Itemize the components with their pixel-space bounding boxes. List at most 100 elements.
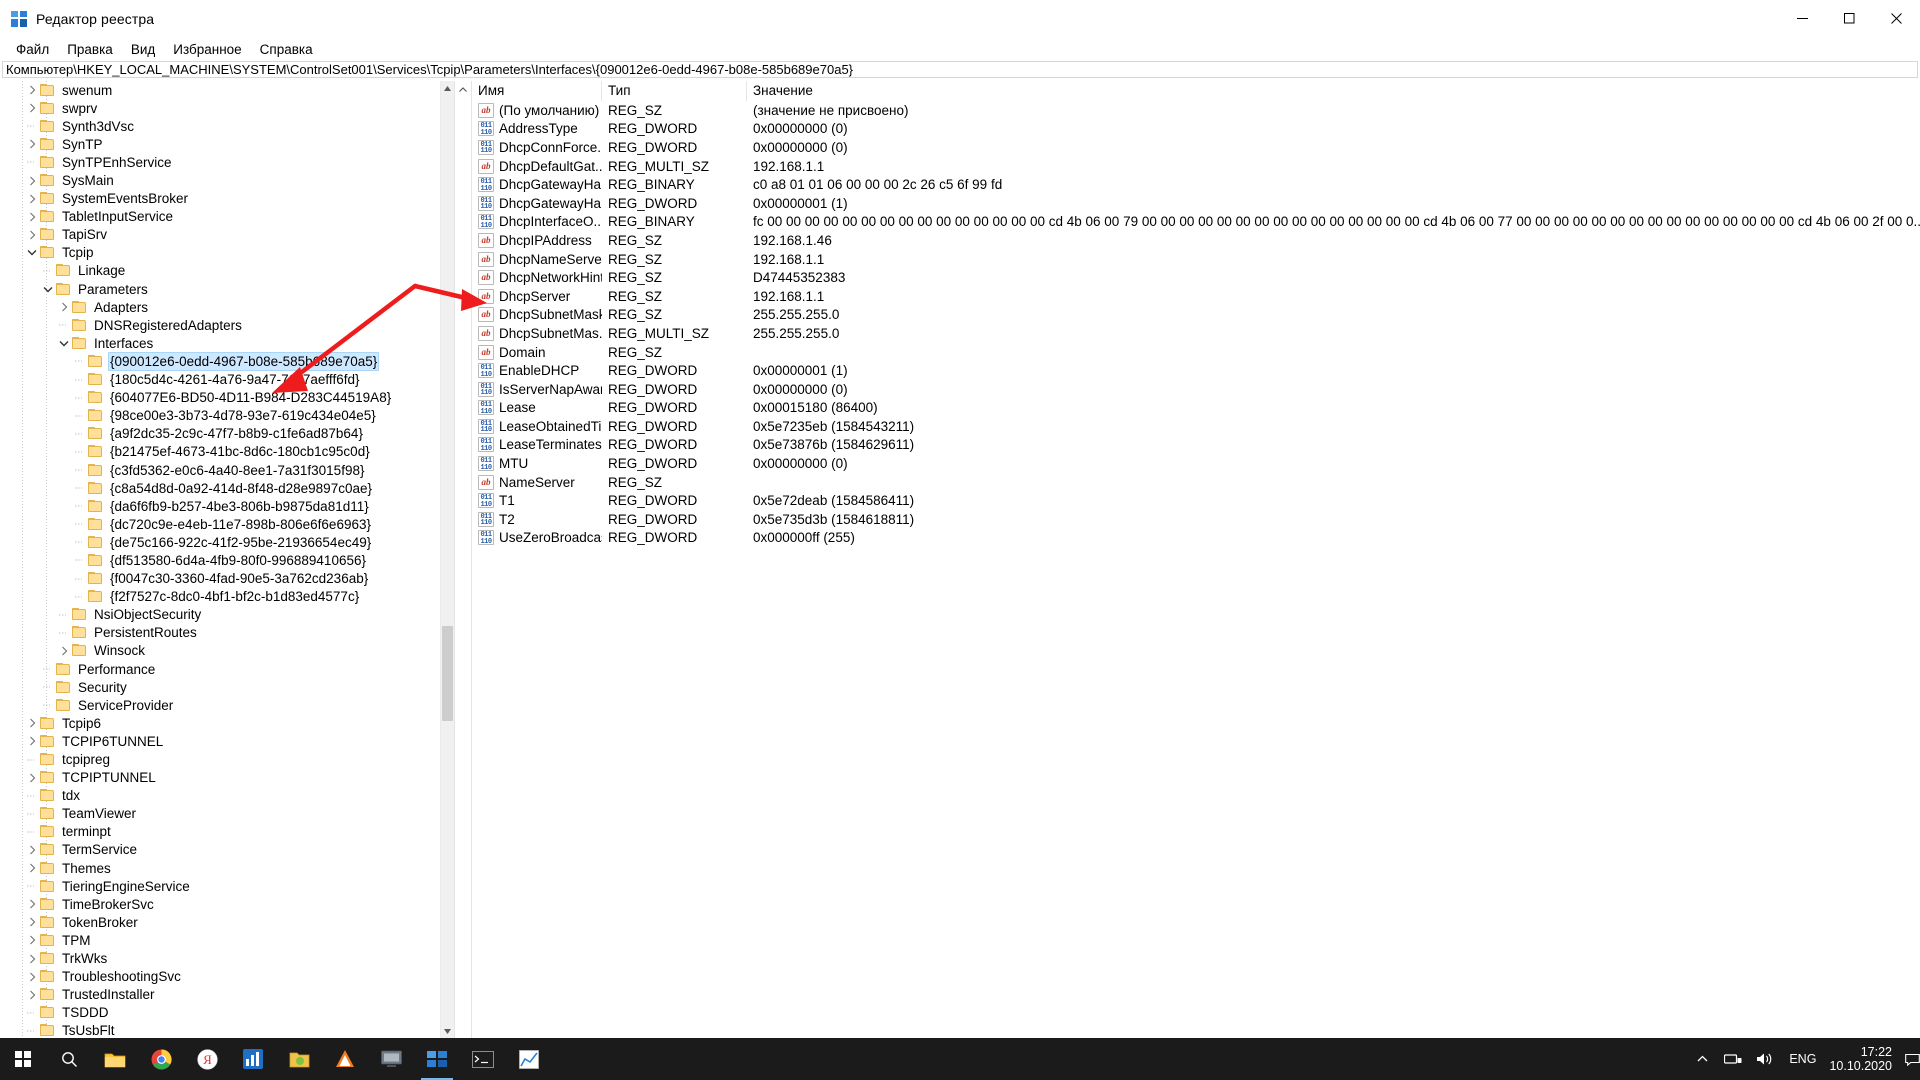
clock[interactable]: 17:22 10.10.2020 <box>1825 1045 1904 1073</box>
tree-node[interactable]: tdx <box>0 787 440 805</box>
tree-node[interactable]: swenum <box>0 81 440 99</box>
tree-node[interactable]: ServiceProvider <box>0 696 440 714</box>
taskbar-search-button[interactable] <box>46 1038 92 1080</box>
value-row[interactable]: 011 110 UseZeroBroadcast REG_DWORD 0x000000f… <box>472 529 1920 548</box>
value-row[interactable]: ab DhcpSubnetMas... REG_MULTI_SZ 255.255.25… <box>472 324 1920 343</box>
chevron-right-icon[interactable] <box>24 842 40 858</box>
registry-tree[interactable]: swenum swprv Synth3dVsc SynTP SynTPEnhServic… <box>0 81 440 1038</box>
taskbar-file-explorer[interactable] <box>92 1038 138 1080</box>
value-row[interactable]: 011 110 AddressType REG_DWORD 0x00000000 (0) <box>472 120 1920 139</box>
chevron-right-icon[interactable] <box>56 643 72 659</box>
tree-node[interactable]: TCPIP6TUNNEL <box>0 732 440 750</box>
menu-file[interactable]: Файл <box>7 39 58 61</box>
chevron-right-icon[interactable] <box>24 896 40 912</box>
tree-node[interactable]: Performance <box>0 660 440 678</box>
value-row[interactable]: 011 110 MTU REG_DWORD 0x00000000 (0) <box>472 454 1920 473</box>
maximize-button[interactable] <box>1826 0 1873 38</box>
chevron-right-icon[interactable] <box>24 914 40 930</box>
tree-node[interactable]: {f2f7527c-8dc0-4bf1-bf2c-b1d83ed4577c} <box>0 588 440 606</box>
minimize-button[interactable] <box>1779 0 1826 38</box>
value-row[interactable]: ab Domain REG_SZ <box>472 343 1920 362</box>
chevron-down-icon[interactable] <box>40 281 56 297</box>
menu-help[interactable]: Справка <box>251 39 322 61</box>
values-scroll-up-icon[interactable] <box>455 81 470 98</box>
tree-node[interactable]: TrkWks <box>0 950 440 968</box>
taskbar-app-chart[interactable] <box>506 1038 552 1080</box>
value-row[interactable]: 011 110 Lease REG_DWORD 0x00015180 (86400) <box>472 399 1920 418</box>
taskbar-app-gray[interactable] <box>368 1038 414 1080</box>
tree-node[interactable]: Winsock <box>0 642 440 660</box>
chevron-right-icon[interactable] <box>24 987 40 1003</box>
tree-node[interactable]: TroubleshootingSvc <box>0 968 440 986</box>
notification-center-icon[interactable] <box>1904 1038 1920 1080</box>
tree-node[interactable]: {090012e6-0edd-4967-b08e-585b689e70a5} <box>0 351 440 371</box>
value-row[interactable]: 011 110 T1 REG_DWORD 0x5e72deab (1584586411) <box>472 491 1920 510</box>
chevron-right-icon[interactable] <box>24 932 40 948</box>
tree-node[interactable]: Adapters <box>0 298 440 316</box>
value-row[interactable]: 011 110 DhcpGatewayHa... REG_BINARY c0 a8 01… <box>472 175 1920 194</box>
address-bar[interactable]: Компьютер\HKEY_LOCAL_MACHINE\SYSTEM\Cont… <box>2 61 1918 78</box>
value-row[interactable]: 011 110 DhcpConnForce... REG_DWORD 0x0000000… <box>472 138 1920 157</box>
tree-node[interactable]: TrustedInstaller <box>0 986 440 1004</box>
chevron-down-icon[interactable] <box>24 245 40 261</box>
tree-node[interactable]: TPM <box>0 931 440 949</box>
menu-view[interactable]: Вид <box>122 39 164 61</box>
tree-node[interactable]: swprv <box>0 99 440 117</box>
tree-node[interactable]: TokenBroker <box>0 913 440 931</box>
tree-node[interactable]: TCPIPTUNNEL <box>0 769 440 787</box>
value-row[interactable]: 011 110 EnableDHCP REG_DWORD 0x00000001 (1) <box>472 361 1920 380</box>
value-row[interactable]: ab NameServer REG_SZ <box>472 473 1920 492</box>
tree-node[interactable]: TsUsbFlt <box>0 1022 440 1038</box>
tree-node[interactable]: tcpipreg <box>0 750 440 768</box>
tree-node[interactable]: {f0047c30-3360-4fad-90e5-3a762cd236ab} <box>0 570 440 588</box>
column-header-type[interactable]: Тип <box>602 81 747 101</box>
tree-node[interactable]: Interfaces <box>0 334 440 352</box>
start-button[interactable] <box>0 1038 46 1080</box>
value-row[interactable]: 011 110 LeaseTerminates... REG_DWORD 0x5e738… <box>472 436 1920 455</box>
chevron-right-icon[interactable] <box>24 733 40 749</box>
tree-node[interactable]: SynTP <box>0 135 440 153</box>
chevron-right-icon[interactable] <box>24 100 40 116</box>
show-hidden-icons-chevron[interactable] <box>1688 1055 1717 1063</box>
value-row[interactable]: ab DhcpNameServer REG_SZ 192.168.1.1 <box>472 250 1920 269</box>
tree-node[interactable]: {b21475ef-4673-41bc-8d6c-180cb1c95c0d} <box>0 443 440 461</box>
tree-node[interactable]: TabletInputService <box>0 208 440 226</box>
close-button[interactable] <box>1873 0 1920 38</box>
tree-node[interactable]: {da6f6fb9-b257-4be3-806b-b9875da81d11} <box>0 497 440 515</box>
menu-edit[interactable]: Правка <box>58 39 122 61</box>
chevron-right-icon[interactable] <box>24 951 40 967</box>
value-row[interactable]: 011 110 LeaseObtainedTi... REG_DWORD 0x5e723… <box>472 417 1920 436</box>
scrollbar-thumb[interactable] <box>442 626 453 721</box>
tree-node[interactable]: Parameters <box>0 280 440 298</box>
taskbar-app-blue[interactable] <box>230 1038 276 1080</box>
column-header-value[interactable]: Значение <box>747 81 1920 101</box>
chevron-right-icon[interactable] <box>24 82 40 98</box>
chevron-right-icon[interactable] <box>24 173 40 189</box>
chevron-right-icon[interactable] <box>56 299 72 315</box>
chevron-right-icon[interactable] <box>24 209 40 225</box>
column-header-name[interactable]: Имя <box>472 81 602 101</box>
tree-node[interactable]: NsiObjectSecurity <box>0 606 440 624</box>
taskbar-terminal[interactable] <box>460 1038 506 1080</box>
tree-node[interactable]: {df513580-6d4a-4fb9-80f0-996889410656} <box>0 551 440 569</box>
chevron-right-icon[interactable] <box>24 227 40 243</box>
tree-node[interactable]: TapiSrv <box>0 226 440 244</box>
tree-node[interactable]: terminpt <box>0 823 440 841</box>
network-icon[interactable] <box>1717 1052 1749 1066</box>
tree-node[interactable]: {c8a54d8d-0a92-414d-8f48-d28e9897c0ae} <box>0 479 440 497</box>
tree-node[interactable]: TSDDD <box>0 1004 440 1022</box>
tree-node[interactable]: Themes <box>0 859 440 877</box>
volume-icon[interactable] <box>1749 1052 1780 1066</box>
value-row[interactable]: ab DhcpSubnetMask REG_SZ 255.255.255.0 <box>472 306 1920 325</box>
tree-node[interactable]: {604077E6-BD50-4D11-B984-D283C44519A8} <box>0 389 440 407</box>
tree-node[interactable]: Security <box>0 678 440 696</box>
value-row[interactable]: 011 110 IsServerNapAware REG_DWORD 0x0000000… <box>472 380 1920 399</box>
taskbar-yandex[interactable]: Я <box>184 1038 230 1080</box>
tree-node[interactable]: TimeBrokerSvc <box>0 895 440 913</box>
tree-node[interactable]: DNSRegisteredAdapters <box>0 316 440 334</box>
tree-node[interactable]: Tcpip6 <box>0 714 440 732</box>
value-row[interactable]: ab DhcpNetworkHint REG_SZ D47445352383 <box>472 268 1920 287</box>
tree-node[interactable]: TieringEngineService <box>0 877 440 895</box>
tree-node[interactable]: SysMain <box>0 171 440 189</box>
tree-node[interactable]: {98ce00e3-3b73-4d78-93e7-619c434e04e5} <box>0 407 440 425</box>
